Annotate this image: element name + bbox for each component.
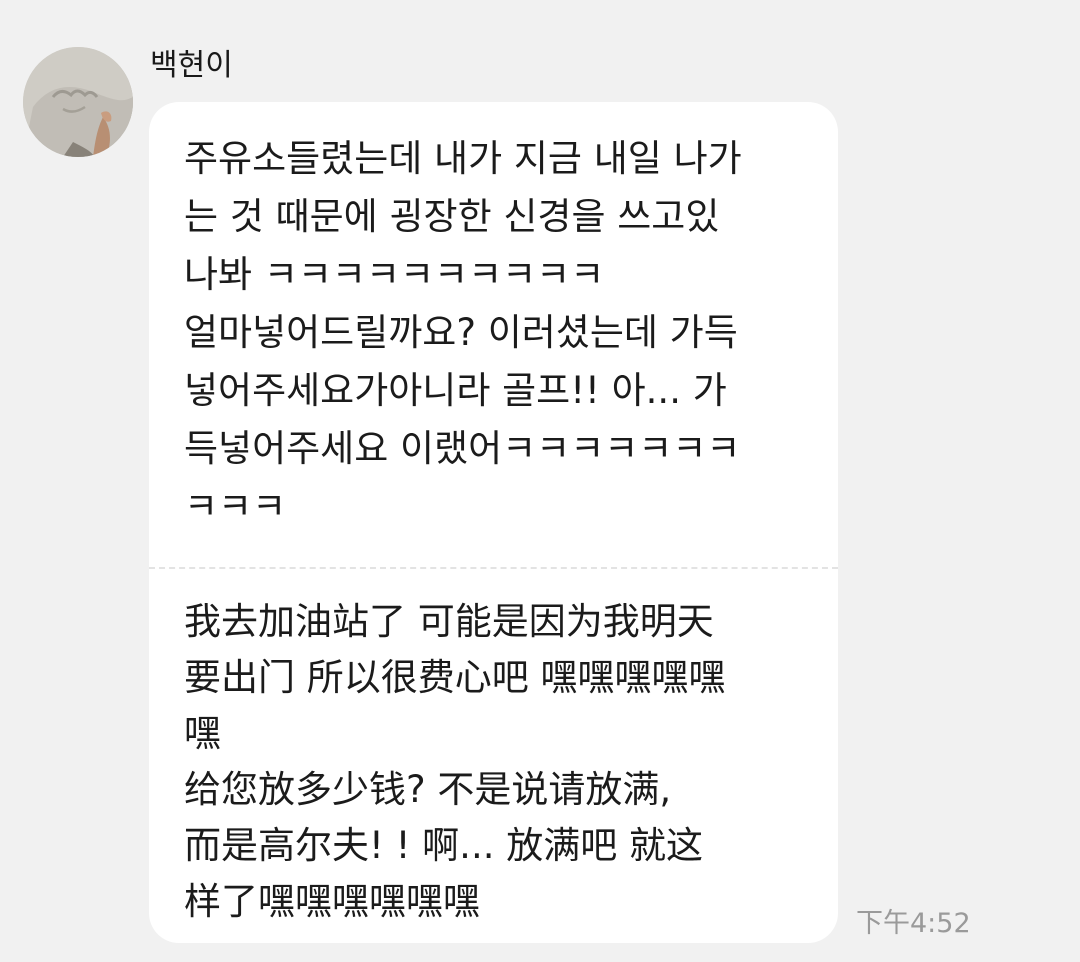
translation-divider (149, 567, 838, 569)
original-line: 넣어주세요가아니라 골프!! 아... 가 (184, 369, 727, 412)
message-timestamp: 下午4:52 (856, 908, 971, 939)
original-line: ㅋㅋㅋ (184, 485, 287, 528)
avatar[interactable] (23, 47, 133, 157)
translated-line: 给您放多少钱? 不是说请放满, (184, 768, 672, 811)
message-bubble[interactable]: 주유소들렸는데 내가 지금 내일 나가 는 것 때문에 굉장한 신경을 쓰고있 … (149, 102, 838, 943)
translated-line: 我去加油站了 可能是因为我明天 (184, 600, 714, 643)
original-line: 득넣어주세요 이랬어ㅋㅋㅋㅋㅋㅋㅋ (184, 427, 741, 470)
original-line: 나봐 ㅋㅋㅋㅋㅋㅋㅋㅋㅋㅋ (184, 253, 605, 296)
original-line: 는 것 때문에 굉장한 신경을 쓰고있 (184, 195, 720, 238)
original-message-text: 주유소들렸는데 내가 지금 내일 나가 는 것 때문에 굉장한 신경을 쓰고있 … (184, 130, 824, 536)
translated-line: 样了嘿嘿嘿嘿嘿嘿 (184, 880, 480, 923)
translated-line: 要出门 所以很费心吧 嘿嘿嘿嘿嘿 (184, 656, 726, 699)
original-line: 주유소들렸는데 내가 지금 내일 나가 (184, 137, 742, 180)
sender-name: 백현이 (150, 48, 233, 83)
profile-photo-avatar-icon (23, 47, 133, 157)
translated-line: 而是高尔夫! ! 啊... 放满吧 就这 (184, 824, 703, 867)
original-line: 얼마넣어드릴까요? 이러셨는데 가득 (184, 311, 738, 354)
translated-line: 嘿 (184, 712, 221, 755)
translated-message-text: 我去加油站了 可能是因为我明天 要出门 所以很费心吧 嘿嘿嘿嘿嘿 嘿 给您放多少… (184, 594, 824, 930)
